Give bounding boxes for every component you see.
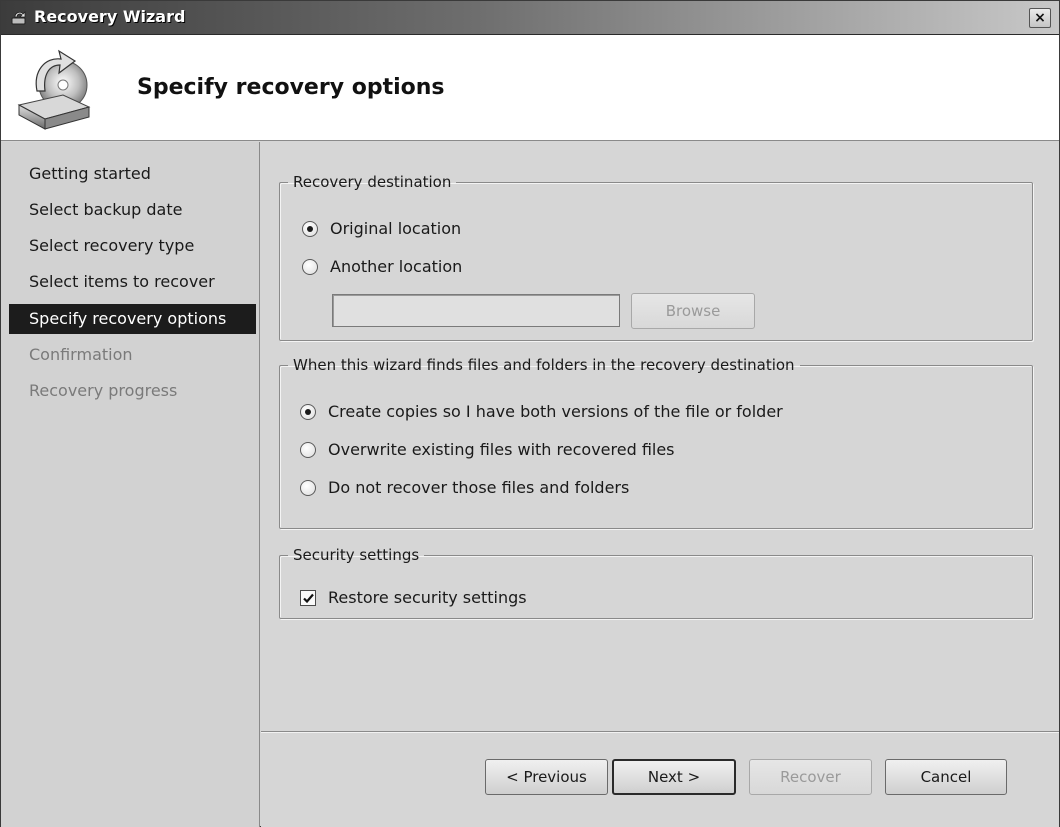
- wizard-header: Specify recovery options: [1, 35, 1059, 141]
- close-button[interactable]: ×: [1029, 8, 1051, 28]
- create-copies-label: Create copies so I have both versions of…: [328, 402, 783, 421]
- step-select-backup-date[interactable]: Select backup date: [9, 195, 256, 225]
- conflict-handling-legend: When this wizard finds files and folders…: [293, 356, 795, 374]
- recover-button: Recover: [749, 759, 872, 795]
- another-location-label: Another location: [330, 257, 463, 276]
- recovery-destination-group: Recovery destination Original location A…: [279, 173, 1033, 341]
- do-not-recover-label: Do not recover those files and folders: [328, 478, 630, 497]
- browse-button: Browse: [631, 293, 755, 329]
- window-title: Recovery Wizard: [34, 7, 186, 26]
- step-getting-started[interactable]: Getting started: [9, 159, 256, 189]
- step-select-items-to-recover[interactable]: Select items to recover: [9, 267, 256, 297]
- conflict-handling-group: When this wizard finds files and folders…: [279, 356, 1033, 529]
- radio-button-selected[interactable]: [302, 221, 318, 237]
- wizard-footer: < Previous Next > Recover Cancel: [261, 731, 1059, 827]
- security-settings-legend: Security settings: [293, 546, 420, 564]
- step-select-recovery-type[interactable]: Select recovery type: [9, 231, 256, 261]
- step-recovery-progress: Recovery progress: [29, 381, 178, 400]
- wizard-content: Recovery destination Original location A…: [261, 142, 1059, 730]
- previous-button[interactable]: < Previous: [485, 759, 608, 795]
- backup-app-icon: [11, 9, 28, 26]
- title-bar[interactable]: Recovery Wizard ×: [1, 1, 1059, 35]
- step-confirmation: Confirmation: [29, 345, 133, 364]
- restore-security-label: Restore security settings: [328, 588, 527, 607]
- radio-button[interactable]: [300, 442, 316, 458]
- location-path-input: [332, 294, 620, 327]
- close-icon: ×: [1034, 10, 1046, 26]
- overwrite-files-label: Overwrite existing files with recovered …: [328, 440, 675, 459]
- step-specify-recovery-options[interactable]: Specify recovery options: [9, 304, 256, 334]
- recovery-wizard-window: Recovery Wizard × Specify recovery optio…: [0, 0, 1060, 827]
- radio-button-selected[interactable]: [300, 404, 316, 420]
- checkmark-icon: [303, 593, 314, 604]
- security-settings-group: Security settings Restore security setti…: [279, 546, 1033, 619]
- radio-button[interactable]: [302, 259, 318, 275]
- disk-restore-icon: [15, 47, 95, 131]
- cancel-button[interactable]: Cancel: [885, 759, 1007, 795]
- radio-button[interactable]: [300, 480, 316, 496]
- next-button[interactable]: Next >: [612, 759, 736, 795]
- original-location-label: Original location: [330, 219, 462, 238]
- checkbox-checked[interactable]: [300, 590, 316, 606]
- page-title: Specify recovery options: [137, 75, 445, 100]
- recovery-destination-legend: Recovery destination: [293, 173, 452, 191]
- wizard-steps-sidebar: Getting started Select backup date Selec…: [1, 142, 260, 827]
